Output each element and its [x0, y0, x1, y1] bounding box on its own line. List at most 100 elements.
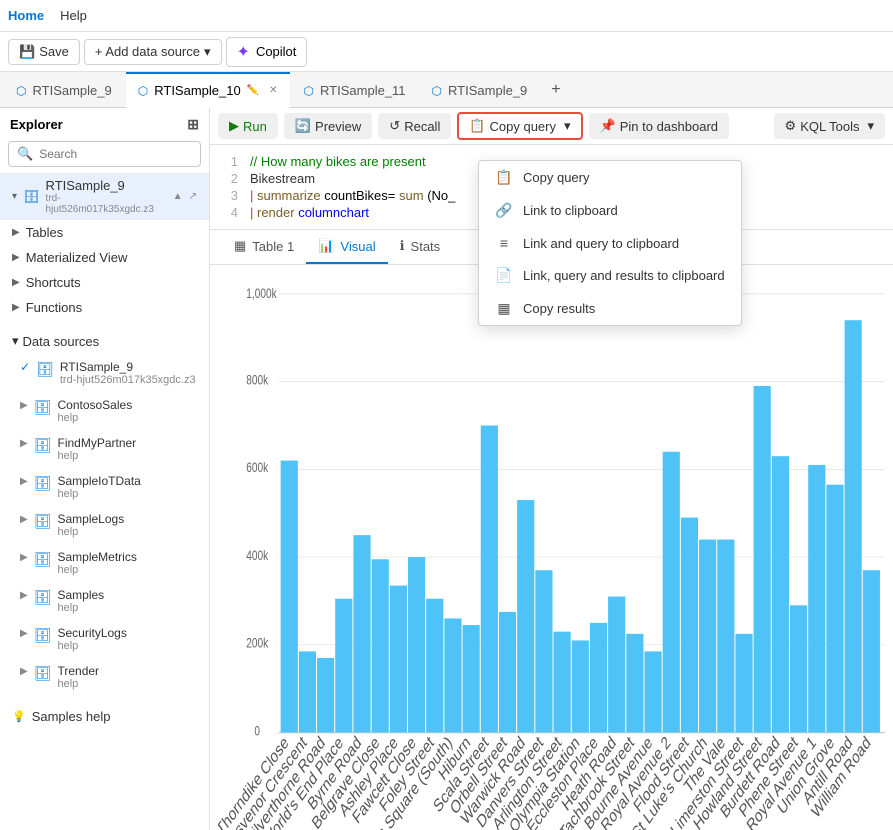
- dropdown-link-query-results[interactable]: 📄 Link, query and results to clipboard: [479, 259, 741, 292]
- ds-sub: help: [57, 450, 136, 462]
- ds-file-icon: 🗄: [34, 399, 52, 416]
- sidebar-item-tables[interactable]: ▶ Tables: [0, 220, 209, 245]
- chevron-down-icon: ▾: [12, 191, 17, 202]
- chevron-down-icon: ▾: [204, 44, 211, 60]
- ds-sub: help: [57, 640, 126, 652]
- bar: [281, 461, 298, 733]
- list-item[interactable]: ▶ 🗄 SampleMetrics help: [0, 544, 209, 582]
- run-button[interactable]: ▶ Run: [218, 113, 278, 139]
- bar: [408, 557, 425, 732]
- svg-text:200k: 200k: [246, 635, 269, 651]
- tab-stats[interactable]: ℹ Stats: [388, 230, 453, 264]
- dropdown-link-clipboard[interactable]: 🔗 Link to clipboard: [479, 194, 741, 227]
- copy-query-dropdown: 📋 Copy query 🔗 Link to clipboard ≡ Link …: [478, 160, 742, 326]
- tab-table1[interactable]: ▦ Table 1: [222, 230, 306, 264]
- sidebar-main-datasource[interactable]: ▾ 🗄 RTISample_9 trd-hjut526m017k35xgdc.z…: [0, 173, 209, 220]
- dropdown-copy-query[interactable]: 📋 Copy query: [479, 161, 741, 194]
- preview-icon: 🔄: [295, 118, 311, 134]
- tab-rtisample10[interactable]: ⬡ RTISample_10 ✏️ ✕: [126, 72, 290, 108]
- bar: [808, 465, 825, 733]
- table-icon: ▦: [234, 238, 246, 254]
- edit-icon[interactable]: ✏️: [247, 85, 259, 96]
- close-tab-button[interactable]: ✕: [269, 85, 277, 96]
- chevron-down-icon: ▾: [564, 118, 571, 134]
- sidebar-item-shortcuts[interactable]: ▶ Shortcuts: [0, 270, 209, 295]
- chevron-down-icon: ▾: [867, 118, 874, 134]
- bar: [663, 452, 680, 733]
- bar: [590, 623, 607, 733]
- ds-name: SecurityLogs: [57, 626, 126, 640]
- bar: [390, 586, 407, 733]
- expand-icon: ▶: [20, 514, 28, 525]
- ds-name: SampleIoTData: [57, 474, 140, 488]
- bar: [481, 425, 498, 732]
- list-item[interactable]: ▶ 🗄 SecurityLogs help: [0, 620, 209, 658]
- datasource-icon: 🗄: [23, 189, 40, 205]
- sidebar-nav-out[interactable]: ↗: [189, 191, 197, 202]
- sidebar-item-samples-help[interactable]: 💡 Samples help: [0, 704, 209, 729]
- ds-sub: help: [57, 602, 104, 614]
- list-item[interactable]: ▶ 🗄 ContosoSales help: [0, 392, 209, 430]
- dropdown-copy-results[interactable]: ▦ Copy results: [479, 292, 741, 325]
- bar: [517, 500, 534, 732]
- sidebar-search-box[interactable]: 🔍: [8, 141, 201, 167]
- dropdown-link-query-clipboard[interactable]: ≡ Link and query to clipboard: [479, 227, 741, 259]
- bar: [681, 518, 698, 733]
- expand-icon: ▶: [20, 628, 28, 639]
- ds-name: Trender: [57, 664, 99, 678]
- sidebar-nav-up[interactable]: ▲: [173, 191, 183, 202]
- tab-visual[interactable]: 📊 Visual: [306, 230, 387, 264]
- ds-sub: help: [57, 488, 140, 500]
- add-datasource-button[interactable]: + Add data source ▾: [84, 39, 222, 65]
- recall-button[interactable]: ↺ Recall: [378, 113, 451, 139]
- tab-icon: ⬡: [138, 84, 148, 98]
- table-copy-icon: ▦: [495, 300, 513, 317]
- sidebar-expand-icon[interactable]: ⊞: [187, 116, 199, 133]
- check-icon: ✓: [20, 360, 30, 374]
- chevron-right-icon: ▶: [12, 252, 20, 263]
- ds-file-icon: 🗄: [34, 437, 52, 454]
- bar: [845, 320, 862, 732]
- bar: [444, 618, 461, 732]
- sidebar-header: Explorer ⊞: [0, 108, 209, 137]
- sidebar-item-functions[interactable]: ▶ Functions: [0, 295, 209, 320]
- bar-chart: 1,000k 800k 600k 400k 200k 0 Thorndike C…: [218, 273, 885, 830]
- add-tab-button[interactable]: +: [541, 77, 570, 103]
- recall-icon: ↺: [389, 118, 400, 134]
- expand-icon: ▶: [20, 552, 28, 563]
- run-icon: ▶: [229, 118, 239, 134]
- tab-rtisample9-2[interactable]: ⬡ RTISample_9: [420, 72, 540, 108]
- ds-name: FindMyPartner: [57, 436, 136, 450]
- datasource-list: ▶ 🗄 ContosoSales help ▶ 🗄 FindMyPartner …: [0, 392, 209, 696]
- ds-sub: help: [57, 678, 99, 690]
- ds-file-icon: 🗄: [34, 627, 52, 644]
- kql-icon: ⚙: [785, 118, 797, 134]
- copy-query-button[interactable]: 📋 Copy query ▾: [457, 112, 582, 140]
- ds-file-icon: 🗄: [34, 589, 52, 606]
- list-item[interactable]: ▶ 🗄 SampleLogs help: [0, 506, 209, 544]
- list-item[interactable]: ✓ 🗄 RTISample_9 trd-hjut526m017k35xgdc.z…: [0, 354, 209, 392]
- query-toolbar: ▶ Run 🔄 Preview ↺ Recall 📋 Copy query ▾ …: [210, 108, 893, 145]
- save-button[interactable]: 💾 Save: [8, 39, 80, 65]
- preview-button[interactable]: 🔄 Preview: [284, 113, 372, 139]
- bar: [717, 540, 734, 733]
- search-input[interactable]: [39, 147, 192, 161]
- sidebar: Explorer ⊞ 🔍 ▾ 🗄 RTISample_9 trd-hjut526…: [0, 108, 210, 830]
- tab-rtisample11[interactable]: ⬡ RTISample_11: [292, 72, 418, 108]
- ds-name: ContosoSales: [57, 398, 132, 412]
- list-item[interactable]: ▶ 🗄 Trender help: [0, 658, 209, 696]
- sidebar-item-materialized-view[interactable]: ▶ Materialized View: [0, 245, 209, 270]
- kql-tools-button[interactable]: ⚙ KQL Tools ▾: [774, 113, 885, 139]
- list-item[interactable]: ▶ 🗄 SampleIoTData help: [0, 468, 209, 506]
- copilot-button[interactable]: ✦ Copilot: [226, 37, 308, 67]
- bar: [463, 625, 480, 732]
- home-link[interactable]: Home: [8, 8, 44, 23]
- help-link[interactable]: Help: [60, 8, 87, 23]
- data-sources-section-header[interactable]: ▾ Data sources: [0, 328, 209, 354]
- ds-file-icon: 🗄: [36, 361, 54, 378]
- list-item[interactable]: ▶ 🗄 FindMyPartner help: [0, 430, 209, 468]
- list-item[interactable]: ▶ 🗄 Samples help: [0, 582, 209, 620]
- pin-dashboard-button[interactable]: 📌 Pin to dashboard: [589, 113, 729, 139]
- tab-rtisample9-1[interactable]: ⬡ RTISample_9: [4, 72, 124, 108]
- bar: [353, 535, 370, 732]
